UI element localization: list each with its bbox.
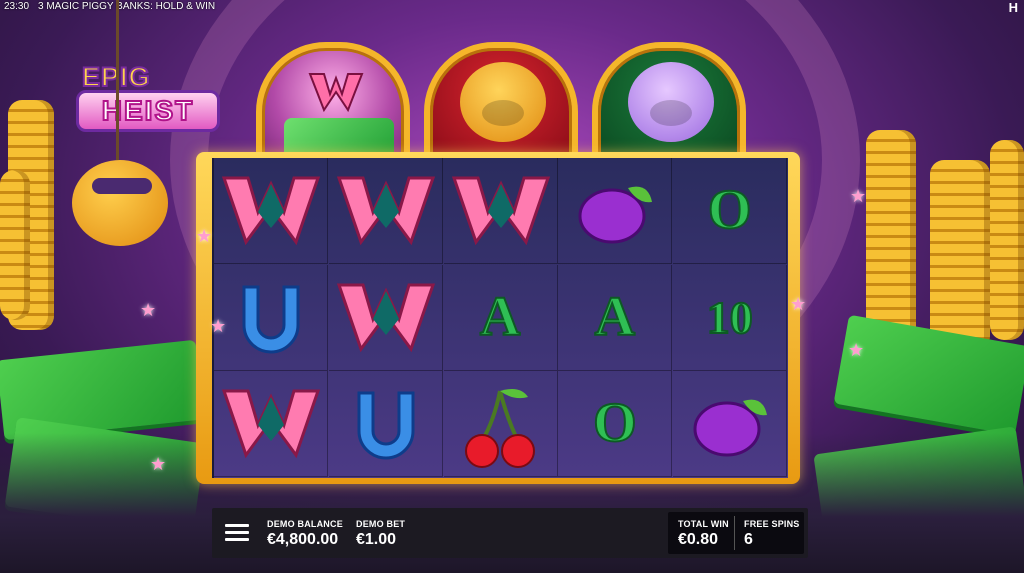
plum-icon — [693, 399, 768, 457]
total-win-label: TOTAL WIN — [678, 519, 729, 529]
coin-stack-right-3 — [990, 140, 1024, 340]
horseshoe-icon — [357, 391, 415, 460]
reel-cell — [214, 371, 328, 478]
reel-cell: A — [558, 264, 673, 371]
clock: 23:30 — [4, 1, 30, 12]
balance-value: €4,800.00 — [267, 531, 339, 548]
reel-cell: O — [558, 371, 673, 478]
wild-icon — [336, 176, 435, 246]
pig-body — [72, 160, 168, 246]
reel-grid: A A O O 10 — [212, 158, 788, 478]
wild-icon — [336, 283, 435, 352]
letter-symbol: 10 — [706, 291, 754, 344]
reel-cell — [328, 158, 443, 264]
brand-mark: H — [1008, 0, 1018, 15]
rope — [116, 0, 119, 160]
game-logo: EPIG HEIST — [76, 61, 222, 138]
logo-line-2: HEIST — [101, 94, 195, 127]
reel-cell: 10 — [673, 264, 788, 371]
reel-cell — [673, 371, 788, 478]
letter-symbol: A — [594, 285, 636, 349]
gold-pig-icon — [460, 62, 546, 142]
divider — [734, 516, 735, 550]
free-spins-value: 6 — [744, 531, 753, 548]
win-panel: TOTAL WIN €0.80 FREE SPINS 6 — [668, 512, 804, 554]
star-icon: ★ — [848, 340, 865, 360]
reel-cell — [443, 371, 558, 478]
plum-icon — [578, 186, 653, 244]
wild-logo-icon — [308, 73, 364, 113]
status-bar: 23:30 3 MAGIC PIGGY BANKS: HOLD & WIN — [0, 0, 1024, 14]
bottom-hud: DEMO BALANCE €4,800.00 DEMO BET €1.00 TO… — [212, 508, 808, 558]
reel-cell — [328, 371, 443, 478]
bet-value[interactable]: €1.00 — [356, 531, 396, 549]
reel-cell — [328, 264, 443, 371]
reel-cell — [558, 158, 673, 264]
wild-icon — [451, 176, 550, 246]
star-icon: ★ — [140, 300, 157, 320]
star-icon: ★ — [210, 316, 227, 336]
game-title: 3 MAGIC PIGGY BANKS: HOLD & WIN — [38, 1, 216, 12]
wild-icon — [221, 389, 321, 459]
free-spins-label: FREE SPINS — [744, 519, 800, 529]
gold-pig-pot — [424, 42, 578, 166]
reel-cell — [214, 158, 328, 264]
reel-cell — [214, 264, 328, 371]
wild-icon — [221, 176, 321, 246]
purple-pig-icon — [628, 62, 714, 142]
purple-pig-pot — [592, 42, 746, 166]
menu-button[interactable] — [218, 514, 256, 552]
star-icon: ★ — [196, 226, 213, 246]
hanging-pig-icon — [64, 0, 174, 250]
cherry-icon — [464, 389, 535, 469]
star-icon: ★ — [790, 294, 807, 314]
bet-label: DEMO BET — [356, 519, 406, 529]
star-icon: ★ — [150, 454, 167, 474]
reel-cell: O — [673, 158, 788, 264]
letter-symbol: O — [592, 391, 638, 455]
letter-symbol: A — [479, 285, 521, 349]
coin-stack-right — [866, 130, 916, 340]
logo-banner: HEIST — [76, 90, 220, 132]
letter-symbol: O — [707, 178, 753, 242]
coin-stack-left-2 — [0, 170, 30, 320]
cash-pot — [256, 42, 410, 166]
pig-mask — [92, 178, 152, 194]
reel-cell — [443, 158, 558, 264]
total-win-value: €0.80 — [678, 531, 719, 548]
coin-stack-right-2 — [930, 160, 990, 350]
reel-cell: A — [443, 264, 558, 371]
star-icon: ★ — [850, 186, 867, 206]
balance-label: DEMO BALANCE — [267, 519, 343, 529]
horseshoe-icon — [242, 285, 300, 354]
